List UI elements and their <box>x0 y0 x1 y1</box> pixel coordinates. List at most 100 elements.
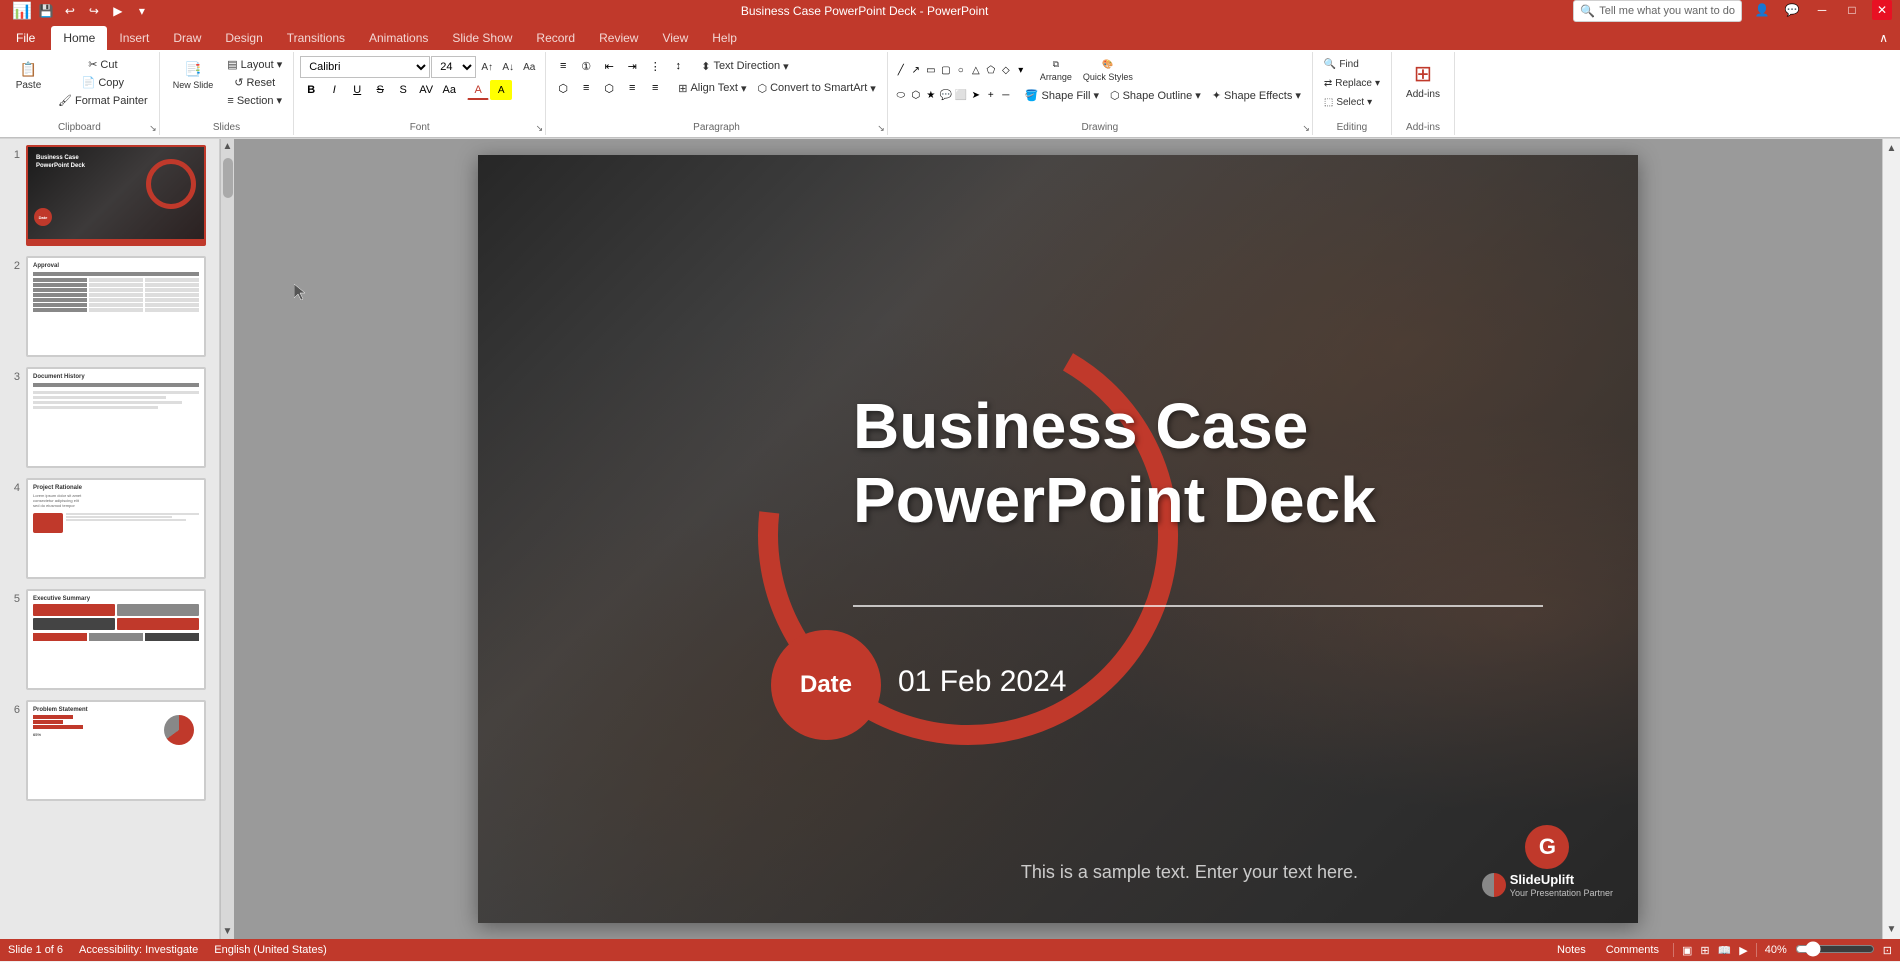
tab-insert[interactable]: Insert <box>107 26 161 50</box>
slide-thumbnail-3[interactable]: 3 Document History <box>4 365 215 470</box>
close-button[interactable]: ✕ <box>1872 0 1892 20</box>
decrease-indent-button[interactable]: ⇤ <box>598 56 620 76</box>
scroll-down-arrow[interactable]: ▼ <box>221 924 234 939</box>
drawing-expand-icon[interactable]: ↘ <box>1302 123 1310 134</box>
shape-rounded-rect[interactable]: ▢ <box>939 64 953 78</box>
font-size-select[interactable]: 24 <box>431 56 476 78</box>
slide-thumbnail-4[interactable]: 4 Project Rationale Lorem ipsum dolor si… <box>4 476 215 581</box>
arrange-button[interactable]: ⧉ Arrange <box>1035 56 1077 85</box>
accessibility-status[interactable]: Accessibility: Investigate <box>79 944 198 956</box>
columns-button[interactable]: ⋮ <box>644 56 666 76</box>
quick-styles-button[interactable]: 🎨 Quick Styles <box>1078 56 1138 85</box>
shape-line2[interactable]: ─ <box>999 89 1013 103</box>
shape-hexagon[interactable]: ⬡ <box>909 89 923 103</box>
new-slide-button[interactable]: 📑 New Slide <box>166 56 221 95</box>
slide-thumbnail-2[interactable]: 2 Approval <box>4 254 215 359</box>
text-direction-button[interactable]: ⬍ Text Direction ▾ <box>696 58 793 75</box>
shape-flowchart[interactable]: ⬜ <box>954 89 968 103</box>
decrease-font-button[interactable]: A↓ <box>498 60 518 75</box>
ribbon-collapse[interactable]: ∧ <box>1867 26 1900 50</box>
maximize-button[interactable]: □ <box>1842 0 1862 20</box>
right-scroll-down[interactable]: ▼ <box>1887 924 1897 935</box>
shape-circle[interactable]: ○ <box>954 64 968 78</box>
present-button[interactable]: ▶ <box>108 1 128 21</box>
align-text-button[interactable]: ⊞ Align Text ▾ <box>673 80 751 97</box>
tab-slideshow[interactable]: Slide Show <box>440 26 524 50</box>
slide-thumbnail-5[interactable]: 5 Executive Summary <box>4 587 215 692</box>
window-controls[interactable]: 🔍 Tell me what you want to do 👤 💬 ─ □ ✕ <box>1573 0 1892 22</box>
paste-button[interactable]: 📋 Paste <box>6 56 51 96</box>
notes-button[interactable]: Notes <box>1551 942 1592 958</box>
tab-review[interactable]: Review <box>587 26 650 50</box>
tab-transitions[interactable]: Transitions <box>275 26 357 50</box>
slide-image-1[interactable]: Business CasePowerPoint Deck Date <box>26 145 206 246</box>
right-scroll-up[interactable]: ▲ <box>1887 143 1897 154</box>
comments-button-status[interactable]: Comments <box>1600 942 1665 958</box>
shape-block-arrow[interactable]: ➤ <box>969 89 983 103</box>
reset-button[interactable]: ↺ Reset <box>222 74 287 91</box>
minimize-button[interactable]: ─ <box>1812 0 1832 20</box>
section-button[interactable]: ≡ Section ▾ <box>222 92 287 109</box>
comments-button[interactable]: 💬 <box>1782 0 1802 20</box>
view-slideshow-button[interactable]: ▶ <box>1739 944 1747 957</box>
slide-image-6[interactable]: Problem Statement 65% <box>26 700 206 801</box>
slide-image-4[interactable]: Project Rationale Lorem ipsum dolor sit … <box>26 478 206 579</box>
justify-low-button[interactable]: ≡ <box>644 78 666 98</box>
font-color-button[interactable]: A <box>467 80 489 100</box>
shape-diamond[interactable]: ◇ <box>999 64 1013 78</box>
line-spacing-button[interactable]: ↕ <box>667 56 689 76</box>
tab-draw[interactable]: Draw <box>161 26 213 50</box>
fit-to-window-button[interactable]: ⊡ <box>1883 944 1892 957</box>
redo-button[interactable]: ↪ <box>84 1 104 21</box>
copy-button[interactable]: 📄 Copy <box>53 74 153 91</box>
align-right-button[interactable]: ⬡ <box>598 78 620 98</box>
shape-triangle[interactable]: △ <box>969 64 983 78</box>
find-button[interactable]: 🔍 Find <box>1319 56 1364 73</box>
slide-image-3[interactable]: Document History <box>26 367 206 468</box>
save-button[interactable]: 💾 <box>36 1 56 21</box>
clipboard-expand-icon[interactable]: ↘ <box>149 123 157 134</box>
italic-button[interactable]: I <box>323 80 345 100</box>
tab-design[interactable]: Design <box>213 26 274 50</box>
strikethrough-button[interactable]: S <box>369 80 391 100</box>
slide-thumbnail-1[interactable]: 1 Business CasePowerPoint Deck Date <box>4 143 215 248</box>
scroll-thumb[interactable] <box>223 158 233 198</box>
scroll-up-arrow[interactable]: ▲ <box>221 139 234 154</box>
shadow-button[interactable]: S <box>392 80 414 100</box>
shape-oval[interactable]: ⬭ <box>894 89 908 103</box>
text-highlight-button[interactable]: A <box>490 80 512 100</box>
undo-button[interactable]: ↩ <box>60 1 80 21</box>
customize-quick-access[interactable]: ▾ <box>132 1 152 21</box>
share-button[interactable]: 👤 <box>1752 0 1772 20</box>
underline-button[interactable]: U <box>346 80 368 100</box>
tab-animations[interactable]: Animations <box>357 26 440 50</box>
align-center-button[interactable]: ≡ <box>575 78 597 98</box>
canvas-area[interactable]: Business Case PowerPoint Deck Date 01 Fe… <box>234 139 1882 939</box>
format-painter-button[interactable]: 🖌 Format Painter <box>53 92 153 109</box>
add-ins-button[interactable]: ⊞ Add-ins <box>1398 56 1448 105</box>
increase-indent-button[interactable]: ⇥ <box>621 56 643 76</box>
shape-equation[interactable]: + <box>984 89 998 103</box>
font-expand-icon[interactable]: ↘ <box>536 123 544 134</box>
replace-button[interactable]: ⇄ Replace ▾ <box>1319 75 1385 92</box>
bullets-button[interactable]: ≡ <box>552 56 574 76</box>
slide-canvas[interactable]: Business Case PowerPoint Deck Date 01 Fe… <box>478 155 1638 923</box>
zoom-range-input[interactable] <box>1795 944 1875 954</box>
slide-image-2[interactable]: Approval <box>26 256 206 357</box>
increase-font-button[interactable]: A↑ <box>477 60 497 75</box>
shape-arrow[interactable]: ↗ <box>909 64 923 78</box>
select-button[interactable]: ⬚ Select ▾ <box>1319 94 1377 111</box>
shape-outline-button[interactable]: ⬡ Shape Outline ▾ <box>1105 87 1206 104</box>
quick-access-toolbar[interactable]: 📊 💾 ↩ ↪ ▶ ▾ <box>8 1 156 21</box>
ribbon-tab-bar[interactable]: File Home Insert Draw Design Transitions… <box>0 22 1900 50</box>
smartart-button[interactable]: ⬡ Convert to SmartArt ▾ <box>752 80 880 97</box>
justify-button[interactable]: ≡ <box>621 78 643 98</box>
tab-file[interactable]: File <box>0 26 51 50</box>
character-spacing-button[interactable]: AV <box>415 80 437 100</box>
view-sorter-button[interactable]: ⊞ <box>1700 944 1709 957</box>
shape-effects-button[interactable]: ✦ Shape Effects ▾ <box>1207 87 1306 104</box>
bold-button[interactable]: B <box>300 80 322 100</box>
shape-callout[interactable]: 💬 <box>939 89 953 103</box>
slide-thumbnail-6[interactable]: 6 Problem Statement 65% <box>4 698 215 803</box>
change-case-button[interactable]: Aa <box>438 80 460 100</box>
